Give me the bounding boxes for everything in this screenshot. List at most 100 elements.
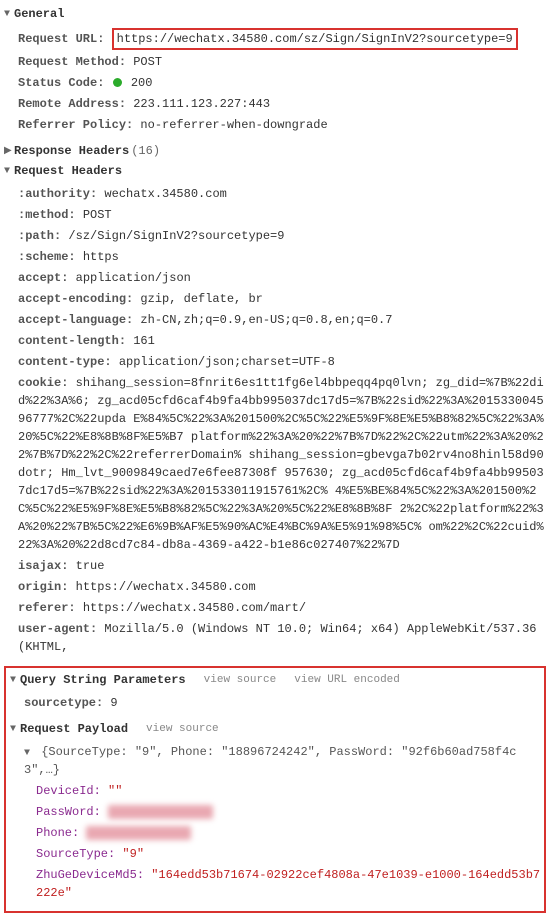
- header-value: 161: [133, 334, 155, 348]
- header-value: zh-CN,zh;q=0.9,en-US;q=0.8,en;q=0.7: [140, 313, 392, 327]
- header-value: gzip, deflate, br: [140, 292, 262, 306]
- header-row: accept: application/json: [18, 267, 550, 288]
- header-row: referer: https://wechatx.34580.com/mart/: [18, 597, 550, 618]
- payload-key: ZhuGeDeviceMd5:: [36, 868, 144, 882]
- query-param-value: 9: [110, 696, 117, 710]
- header-key: cookie:: [18, 376, 68, 390]
- header-key: accept:: [18, 271, 68, 285]
- header-row: accept-language: zh-CN,zh;q=0.9,en-US;q=…: [18, 309, 550, 330]
- payload-value-censored: censored-xxxxx: [86, 826, 191, 840]
- remote-address-value: 223.111.123.227:443: [133, 97, 270, 111]
- header-value: https://wechatx.34580.com: [76, 580, 256, 594]
- payload-field-row: ZhuGeDeviceMd5: "164edd53b71674-02922cef…: [36, 864, 544, 903]
- header-key: content-type:: [18, 355, 112, 369]
- header-key: referer:: [18, 601, 76, 615]
- collapse-arrow-icon: ▼: [4, 9, 14, 20]
- header-key: user-agent:: [18, 622, 97, 636]
- payload-summary: {SourceType: "9", Phone: "18896724242", …: [24, 745, 516, 777]
- payload-key: SourceType:: [36, 847, 115, 861]
- request-url-value: https://wechatx.34580.com/sz/Sign/SignIn…: [112, 28, 518, 50]
- general-header[interactable]: ▼ General: [0, 4, 550, 24]
- header-key: :method:: [18, 208, 76, 222]
- header-value: POST: [83, 208, 112, 222]
- collapse-arrow-icon: ▼: [10, 724, 20, 735]
- section-title: Request Headers: [14, 164, 122, 178]
- query-param-key: sourcetype:: [24, 696, 103, 710]
- payload-field-row: PassWord: censored-xxxxx: [36, 801, 544, 822]
- section-title: Query String Parameters: [20, 673, 186, 687]
- remote-address-label: Remote Address:: [18, 97, 126, 111]
- payload-key: PassWord:: [36, 805, 101, 819]
- query-string-body: sourcetype: 9: [6, 690, 544, 719]
- collapse-arrow-icon: ▼: [10, 675, 20, 686]
- payload-field-row: Phone: censored-xxxxx: [36, 822, 544, 843]
- header-row: :authority: wechatx.34580.com: [18, 183, 550, 204]
- header-value: application/json;charset=UTF-8: [119, 355, 335, 369]
- referrer-policy-row: Referrer Policy: no-referrer-when-downgr…: [18, 114, 550, 135]
- header-key: content-length:: [18, 334, 126, 348]
- request-method-row: Request Method: POST: [18, 51, 550, 72]
- payload-field-row: SourceType: "9": [36, 843, 544, 864]
- request-payload-header[interactable]: ▼ Request Payload view source: [6, 719, 544, 739]
- object-expand-arrow-icon: ▼: [24, 746, 34, 761]
- status-code-row: Status Code: 200: [18, 72, 550, 93]
- header-key: :scheme:: [18, 250, 76, 264]
- view-source-button[interactable]: view source: [204, 674, 277, 686]
- payload-value-censored: censored-xxxxx: [108, 805, 213, 819]
- collapse-arrow-icon: ▼: [4, 166, 14, 177]
- header-key: accept-encoding:: [18, 292, 133, 306]
- view-url-encoded-button[interactable]: view URL encoded: [294, 674, 400, 686]
- referrer-policy-label: Referrer Policy:: [18, 118, 133, 132]
- response-headers-header[interactable]: ▶ Response Headers (16): [0, 141, 550, 161]
- header-value: wechatx.34580.com: [104, 187, 226, 201]
- header-value: true: [76, 559, 105, 573]
- query-param-row: sourcetype: 9: [24, 692, 544, 713]
- query-string-header[interactable]: ▼ Query String Parameters view source vi…: [6, 670, 544, 690]
- payload-object: DeviceId: "" PassWord: censored-xxxxx Ph…: [24, 780, 544, 903]
- referrer-policy-value: no-referrer-when-downgrade: [140, 118, 327, 132]
- payload-key: DeviceId:: [36, 784, 101, 798]
- status-code-value: 200: [131, 76, 153, 90]
- request-method-label: Request Method:: [18, 55, 126, 69]
- status-dot-icon: [113, 78, 122, 87]
- header-row: :scheme: https: [18, 246, 550, 267]
- payload-summary-row[interactable]: ▼ {SourceType: "9", Phone: "18896724242"…: [24, 741, 544, 780]
- header-row: accept-encoding: gzip, deflate, br: [18, 288, 550, 309]
- header-row: isajax: true: [18, 555, 550, 576]
- payload-value: "9": [122, 847, 144, 861]
- section-title: General: [14, 7, 64, 21]
- status-code-label: Status Code:: [18, 76, 104, 90]
- section-title: Request Payload: [20, 722, 128, 736]
- highlighted-box: ▼ Query String Parameters view source vi…: [4, 666, 546, 913]
- header-row: origin: https://wechatx.34580.com: [18, 576, 550, 597]
- request-headers-header[interactable]: ▼ Request Headers: [0, 161, 550, 181]
- request-url-label: Request URL:: [18, 32, 104, 46]
- header-key: isajax:: [18, 559, 68, 573]
- request-payload-body: ▼ {SourceType: "9", Phone: "18896724242"…: [6, 739, 544, 909]
- header-key: origin:: [18, 580, 68, 594]
- header-key: :authority:: [18, 187, 97, 201]
- payload-value: "": [108, 784, 122, 798]
- header-row: user-agent: Mozilla/5.0 (Windows NT 10.0…: [18, 618, 550, 657]
- view-source-button[interactable]: view source: [146, 723, 219, 735]
- header-value: shihang_session=8fnrit6es1tt1fg6el4bbpeq…: [18, 376, 544, 552]
- header-row: :method: POST: [18, 204, 550, 225]
- header-row: content-length: 161: [18, 330, 550, 351]
- request-method-value: POST: [133, 55, 162, 69]
- header-key: :path:: [18, 229, 61, 243]
- header-value: https: [83, 250, 119, 264]
- general-body: Request URL: https://wechatx.34580.com/s…: [0, 24, 550, 141]
- payload-key: Phone:: [36, 826, 79, 840]
- expand-arrow-icon: ▶: [4, 145, 14, 157]
- request-headers-body: :authority: wechatx.34580.com :method: P…: [0, 181, 550, 663]
- header-value: /sz/Sign/SignInV2?sourcetype=9: [68, 229, 284, 243]
- header-key: accept-language:: [18, 313, 133, 327]
- header-count: (16): [131, 144, 160, 158]
- header-row: cookie: shihang_session=8fnrit6es1tt1fg6…: [18, 372, 550, 555]
- request-url-row: Request URL: https://wechatx.34580.com/s…: [18, 26, 550, 51]
- header-value: https://wechatx.34580.com/mart/: [83, 601, 306, 615]
- header-row: :path: /sz/Sign/SignInV2?sourcetype=9: [18, 225, 550, 246]
- header-value: application/json: [76, 271, 191, 285]
- header-row: content-type: application/json;charset=U…: [18, 351, 550, 372]
- remote-address-row: Remote Address: 223.111.123.227:443: [18, 93, 550, 114]
